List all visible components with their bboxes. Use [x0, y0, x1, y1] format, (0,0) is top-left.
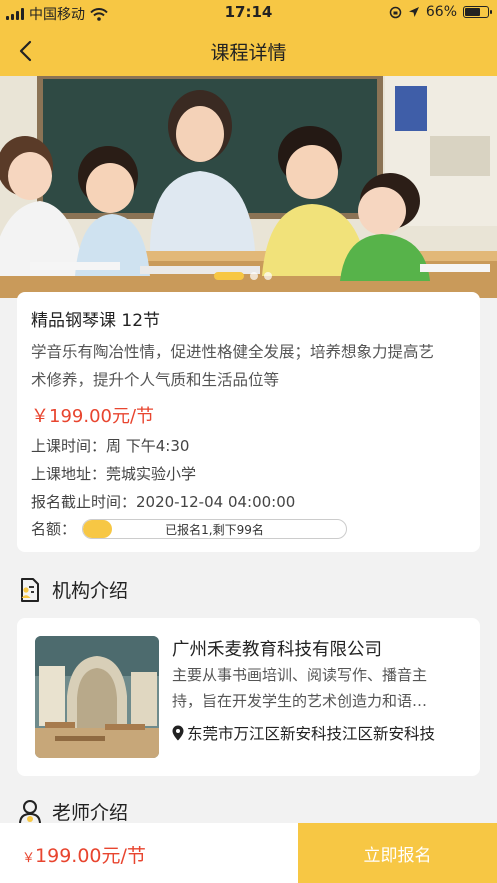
course-banner-image[interactable]	[0, 76, 497, 298]
org-section-header: 机构介绍	[18, 576, 128, 603]
class-address: 上课地址：莞城实验小学	[31, 465, 197, 483]
bottom-price-value: 199.00元/节	[35, 845, 146, 867]
status-bar: 中国移动 17:14 66%	[0, 0, 497, 26]
person-icon	[19, 799, 41, 824]
page-title: 课程详情	[210, 42, 287, 64]
battery-icon	[463, 6, 492, 18]
course-price: ￥199.00元/节	[31, 406, 155, 427]
org-description-line: 持，旨在开发学生的艺术创造力和语…	[172, 692, 428, 710]
quota-text: 已报名1,剩下99名	[165, 522, 264, 537]
bottom-action-bar: ￥199.00元/节 立即报名	[0, 823, 497, 883]
org-description-line: 主要从事书画培训、阅读写作、播音主	[172, 666, 428, 684]
class-time: 上课时间：周 下午4:30	[31, 437, 190, 455]
course-title: 精品钢琴课 12节	[31, 311, 161, 331]
carousel-dot[interactable]	[264, 272, 272, 280]
course-info-card: 精品钢琴课 12节 学音乐有陶冶性情，促进性格健全发展；培养想象力提高艺 术修养…	[17, 292, 480, 552]
enroll-deadline: 报名截止时间：2020-12-04 04:00:00	[31, 493, 296, 511]
carousel-dot-active[interactable]	[214, 272, 244, 280]
teacher-section-title: 老师介绍	[52, 802, 129, 824]
nav-bar: 课程详情	[0, 26, 497, 76]
org-name: 广州禾麦教育科技有限公司	[172, 640, 382, 660]
quota-progress-bar: 已报名1,剩下99名	[82, 518, 348, 539]
currency-symbol: ￥	[22, 851, 36, 866]
enroll-button[interactable]: 立即报名	[298, 823, 497, 883]
location-arrow-icon	[408, 7, 419, 17]
org-address-text: 东莞市万江区新安科技江区新安科技	[187, 725, 436, 743]
org-description: 主要从事书画培训、阅读写作、播音主 持，旨在开发学生的艺术创造力和语…	[172, 662, 467, 714]
course-description-line: 术修养，提升个人气质和生活品位等	[31, 371, 280, 389]
document-user-icon	[21, 577, 39, 602]
org-section-title: 机构介绍	[52, 580, 129, 602]
course-description-line: 学音乐有陶冶性情，促进性格健全发展；培养想象力提高艺	[31, 343, 435, 361]
location-pin-icon	[172, 725, 184, 741]
carousel-indicator[interactable]	[214, 272, 272, 280]
quota-row: 名额： 已报名1,剩下99名	[31, 518, 466, 539]
teacher-section-header: 老师介绍	[18, 798, 128, 825]
battery-percent: 66%	[425, 4, 457, 20]
bottom-price: ￥199.00元/节	[22, 841, 146, 868]
quota-label: 名额：	[31, 520, 77, 538]
course-description: 学音乐有陶冶性情，促进性格健全发展；培养想象力提高艺 术修养，提升个人气质和生活…	[31, 338, 466, 394]
orientation-lock-icon	[389, 6, 402, 18]
org-address: 东莞市万江区新安科技江区新安科技	[172, 722, 435, 744]
carousel-dot[interactable]	[250, 272, 258, 280]
org-image	[35, 636, 159, 758]
org-card[interactable]: 广州禾麦教育科技有限公司 主要从事书画培训、阅读写作、播音主 持，旨在开发学生的…	[17, 618, 480, 776]
